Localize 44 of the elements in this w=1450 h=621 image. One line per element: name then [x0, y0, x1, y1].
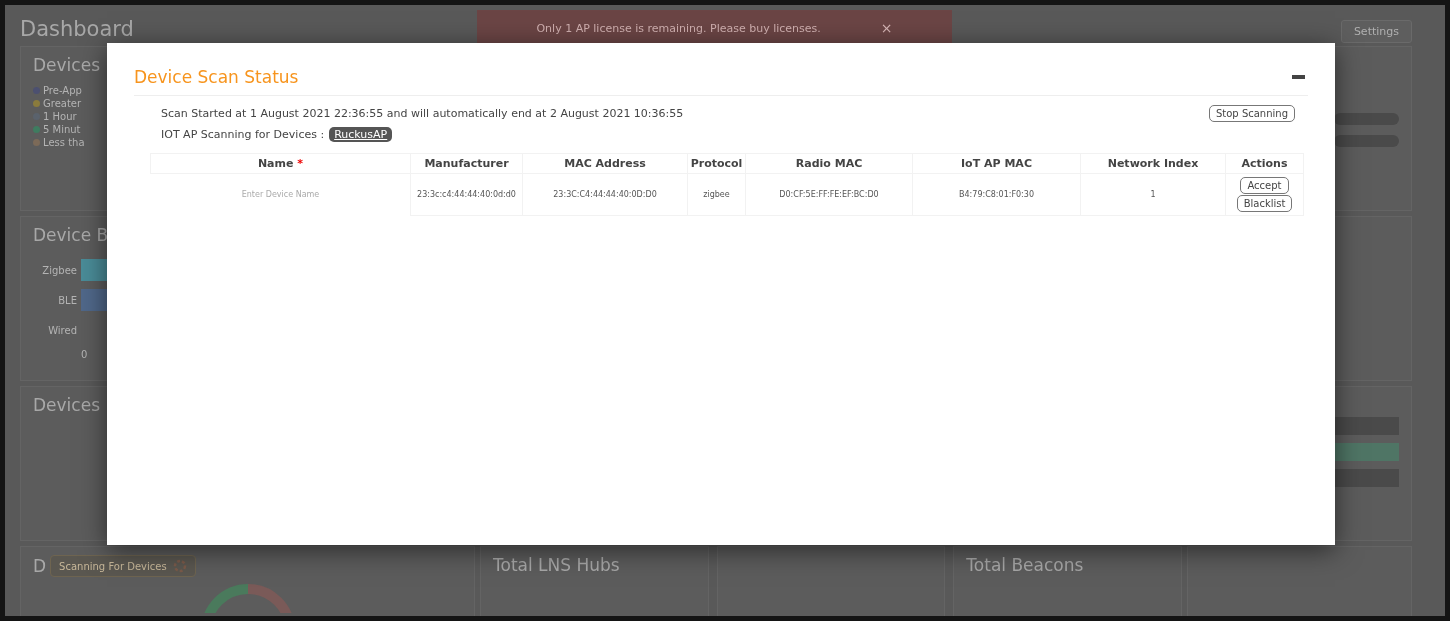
ap-name-link[interactable]: RuckusAP: [329, 127, 393, 142]
bar-label: Wired: [47, 324, 78, 336]
axis-label: 0: [81, 349, 89, 360]
card-title: Device B: [33, 225, 110, 245]
column-header: Manufacturer: [410, 153, 523, 174]
legend-label: 1 Hour: [43, 111, 77, 122]
page-title: Dashboard: [20, 17, 135, 41]
table-cell: 23:3c:c4:44:44:40:0d:d0: [410, 173, 523, 216]
card-title: Devices: [33, 395, 101, 415]
minimize-icon[interactable]: [1292, 75, 1305, 79]
count-pill: [1334, 113, 1399, 125]
column-header: Protocol: [687, 153, 746, 174]
legend-label: Less tha: [43, 137, 85, 148]
legend-label: Pre-App: [43, 85, 82, 96]
column-header: Network Index: [1080, 153, 1226, 174]
dialog-title: Device Scan Status: [134, 67, 299, 87]
action-button[interactable]: Accept: [1240, 177, 1289, 194]
stop-scanning-button[interactable]: Stop Scanning: [1208, 105, 1295, 122]
table-cell: zigbee: [687, 173, 746, 216]
scanning-badge: Scanning For Devices: [50, 555, 196, 577]
table-cell: B4:79:C8:01:F0:30: [912, 173, 1081, 216]
card-title: D: [33, 556, 47, 576]
alert-message: Only 1 AP license is remaining. Please buy licenses.: [536, 21, 821, 35]
table-cell: D0:CF:5E:FF:FE:EF:BC:D0: [745, 173, 913, 216]
column-header: MAC Address: [522, 153, 688, 174]
count-pill: [1334, 135, 1399, 147]
table-cell: 23:3C:C4:44:44:40:0D:D0: [522, 173, 688, 216]
scan-info-text: Scan Started at 1 August 2021 22:36:55 and will automatically end at 2 August 2021 10:36:55: [161, 107, 684, 120]
card-title: Total LNS Hubs: [493, 555, 621, 575]
card-title: Devices: [33, 55, 101, 75]
table-cell: 1: [1080, 173, 1226, 216]
action-button[interactable]: Blacklist: [1236, 195, 1293, 212]
close-button[interactable]: ×: [880, 20, 893, 36]
ap-label: IOT AP Scanning for Devices :: [161, 128, 325, 141]
spinner-icon: [172, 559, 187, 573]
card-title: Total Beacons: [966, 555, 1085, 575]
legend-label: 5 Minut: [43, 124, 81, 135]
column-header: Radio MAC: [745, 153, 913, 174]
column-header: IoT AP MAC: [912, 153, 1081, 174]
column-header: Name *: [150, 153, 411, 174]
column-header: Actions: [1225, 153, 1304, 174]
bar-label: BLE: [57, 294, 78, 306]
bar-label: Zigbee: [41, 264, 78, 276]
legend-label: Greater: [43, 98, 82, 109]
